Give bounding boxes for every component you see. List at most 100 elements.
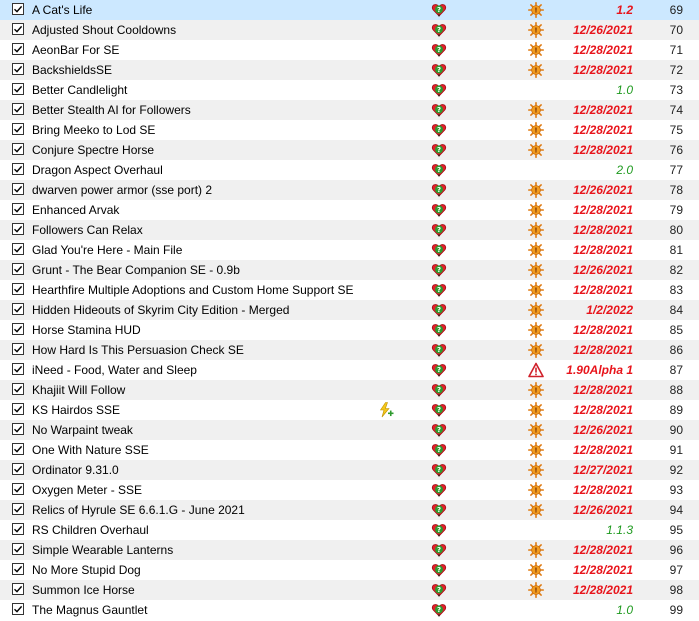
mod-row[interactable]: How Hard Is This Persuasion Check SE?! 12…: [0, 340, 699, 360]
mod-row[interactable]: Horse Stamina HUD?! 12/28/2021 85: [0, 320, 699, 340]
mod-enabled-checkbox[interactable]: [12, 563, 24, 575]
mod-row[interactable]: KS Hairdos SSE?! 12/28/2021 89: [0, 400, 699, 420]
mod-row[interactable]: AeonBar For SE?! 12/28/2021 71: [0, 40, 699, 60]
mod-enabled-checkbox[interactable]: [12, 223, 24, 235]
mod-row[interactable]: Adjusted Shout Cooldowns?! 12/26/2021 70: [0, 20, 699, 40]
mod-row[interactable]: RS Children Overhaul? 1.1.3 95: [0, 520, 699, 540]
mod-enabled-checkbox[interactable]: [12, 463, 24, 475]
mod-row[interactable]: dwarven power armor (sse port) 2?! 12/26/…: [0, 180, 699, 200]
mod-name: Bring Meeko to Lod SE: [32, 123, 156, 137]
mod-name: Simple Wearable Lanterns: [32, 543, 174, 557]
mod-row[interactable]: Glad You're Here - Main File?! 12/28/2021…: [0, 240, 699, 260]
mod-enabled-checkbox[interactable]: [12, 203, 24, 215]
sun-warning-icon: !: [528, 2, 544, 18]
mod-row[interactable]: One With Nature SSE?! 12/28/2021 91: [0, 440, 699, 460]
svg-text:!: !: [534, 507, 537, 515]
mod-priority: 91: [669, 443, 683, 457]
mod-enabled-checkbox[interactable]: [12, 23, 24, 35]
mod-enabled-checkbox[interactable]: [12, 443, 24, 455]
mod-row[interactable]: BackshieldsSE?! 12/28/2021 72: [0, 60, 699, 80]
mod-row[interactable]: Better Stealth AI for Followers?! 12/28/2…: [0, 100, 699, 120]
mod-row[interactable]: Hidden Hideouts of Skyrim City Edition -…: [0, 300, 699, 320]
mod-enabled-checkbox[interactable]: [12, 403, 24, 415]
mod-priority: 92: [669, 463, 683, 477]
mod-name: RS Children Overhaul: [32, 523, 149, 537]
mod-row[interactable]: Grunt - The Bear Companion SE - 0.9b?! 12…: [0, 260, 699, 280]
mod-row[interactable]: Hearthfire Multiple Adoptions and Custom…: [0, 280, 699, 300]
mod-row[interactable]: No More Stupid Dog?! 12/28/2021 97: [0, 560, 699, 580]
mod-enabled-checkbox[interactable]: [12, 183, 24, 195]
mod-enabled-checkbox[interactable]: [12, 243, 24, 255]
svg-text:!: !: [534, 207, 537, 215]
mod-enabled-checkbox[interactable]: [12, 583, 24, 595]
mod-name: Relics of Hyrule SE 6.6.1.G - June 2021: [32, 503, 245, 517]
mod-row[interactable]: The Magnus Gauntlet? 1.0 99: [0, 600, 699, 620]
mod-enabled-checkbox[interactable]: [12, 323, 24, 335]
mod-name: Khajiit Will Follow: [32, 383, 126, 397]
mod-enabled-checkbox[interactable]: [12, 303, 24, 315]
mod-name: Oxygen Meter - SSE: [32, 483, 143, 497]
mod-enabled-checkbox[interactable]: [12, 383, 24, 395]
warning-triangle-icon: [528, 362, 544, 378]
mod-enabled-checkbox[interactable]: [12, 123, 24, 135]
svg-text:?: ?: [437, 526, 441, 534]
mod-enabled-checkbox[interactable]: [12, 143, 24, 155]
heart-question-icon: ?: [431, 562, 447, 578]
heart-question-icon: ?: [431, 82, 447, 98]
svg-text:!: !: [534, 427, 537, 435]
sun-warning-icon: !: [528, 302, 544, 318]
mod-enabled-checkbox[interactable]: [12, 3, 24, 15]
mod-enabled-checkbox[interactable]: [12, 103, 24, 115]
mod-row[interactable]: Relics of Hyrule SE 6.6.1.G - June 2021?…: [0, 500, 699, 520]
mod-version: 12/28/2021: [572, 223, 633, 237]
mod-enabled-checkbox[interactable]: [12, 603, 24, 615]
mod-row[interactable]: Oxygen Meter - SSE?! 12/28/2021 93: [0, 480, 699, 500]
mod-row[interactable]: Better Candlelight? 1.0 73: [0, 80, 699, 100]
mod-row[interactable]: Summon Ice Horse?! 12/28/2021 98: [0, 580, 699, 600]
heart-question-icon: ?: [431, 442, 447, 458]
mod-enabled-checkbox[interactable]: [12, 503, 24, 515]
mod-row[interactable]: Ordinator 9.31.0?! 12/27/2021 92: [0, 460, 699, 480]
mod-enabled-checkbox[interactable]: [12, 523, 24, 535]
mod-row[interactable]: A Cat's Life?! 1.2 69: [0, 0, 699, 20]
mod-version: 1.0: [616, 83, 633, 97]
mod-enabled-checkbox[interactable]: [12, 343, 24, 355]
mod-row[interactable]: Followers Can Relax?! 12/28/2021 80: [0, 220, 699, 240]
mod-row[interactable]: Enhanced Arvak?! 12/28/2021 79: [0, 200, 699, 220]
mod-enabled-checkbox[interactable]: [12, 43, 24, 55]
mod-enabled-checkbox[interactable]: [12, 263, 24, 275]
mod-enabled-checkbox[interactable]: [12, 423, 24, 435]
mod-row[interactable]: Bring Meeko to Lod SE?! 12/28/2021 75: [0, 120, 699, 140]
svg-text:!: !: [534, 327, 537, 335]
heart-question-icon: ?: [431, 582, 447, 598]
mod-priority: 89: [669, 403, 683, 417]
mod-row[interactable]: Conjure Spectre Horse?! 12/28/2021 76: [0, 140, 699, 160]
mod-enabled-checkbox[interactable]: [12, 83, 24, 95]
mod-enabled-checkbox[interactable]: [12, 283, 24, 295]
svg-text:?: ?: [437, 326, 441, 334]
mod-row[interactable]: No Warpaint tweak?! 12/26/2021 90: [0, 420, 699, 440]
mod-row[interactable]: Simple Wearable Lanterns?! 12/28/2021 96: [0, 540, 699, 560]
svg-text:!: !: [534, 407, 537, 415]
mod-row[interactable]: Dragon Aspect Overhaul? 2.0 77: [0, 160, 699, 180]
mod-row[interactable]: iNeed - Food, Water and Sleep? 1.90Alpha …: [0, 360, 699, 380]
mod-enabled-checkbox[interactable]: [12, 543, 24, 555]
mod-enabled-checkbox[interactable]: [12, 363, 24, 375]
mod-version: 12/28/2021: [572, 203, 633, 217]
svg-text:?: ?: [437, 426, 441, 434]
svg-text:!: !: [534, 187, 537, 195]
mod-enabled-checkbox[interactable]: [12, 63, 24, 75]
mod-enabled-checkbox[interactable]: [12, 483, 24, 495]
mod-priority: 87: [669, 363, 683, 377]
sun-warning-icon: !: [528, 62, 544, 78]
mod-name: AeonBar For SE: [32, 43, 120, 57]
mod-enabled-checkbox[interactable]: [12, 163, 24, 175]
svg-text:!: !: [534, 127, 537, 135]
svg-text:?: ?: [437, 186, 441, 194]
mod-version: 12/28/2021: [572, 543, 633, 557]
svg-text:?: ?: [437, 266, 441, 274]
mod-name: KS Hairdos SSE: [32, 403, 121, 417]
mod-row[interactable]: Khajiit Will Follow?! 12/28/2021 88: [0, 380, 699, 400]
mod-name: Ordinator 9.31.0: [32, 463, 119, 477]
svg-text:?: ?: [437, 366, 441, 374]
